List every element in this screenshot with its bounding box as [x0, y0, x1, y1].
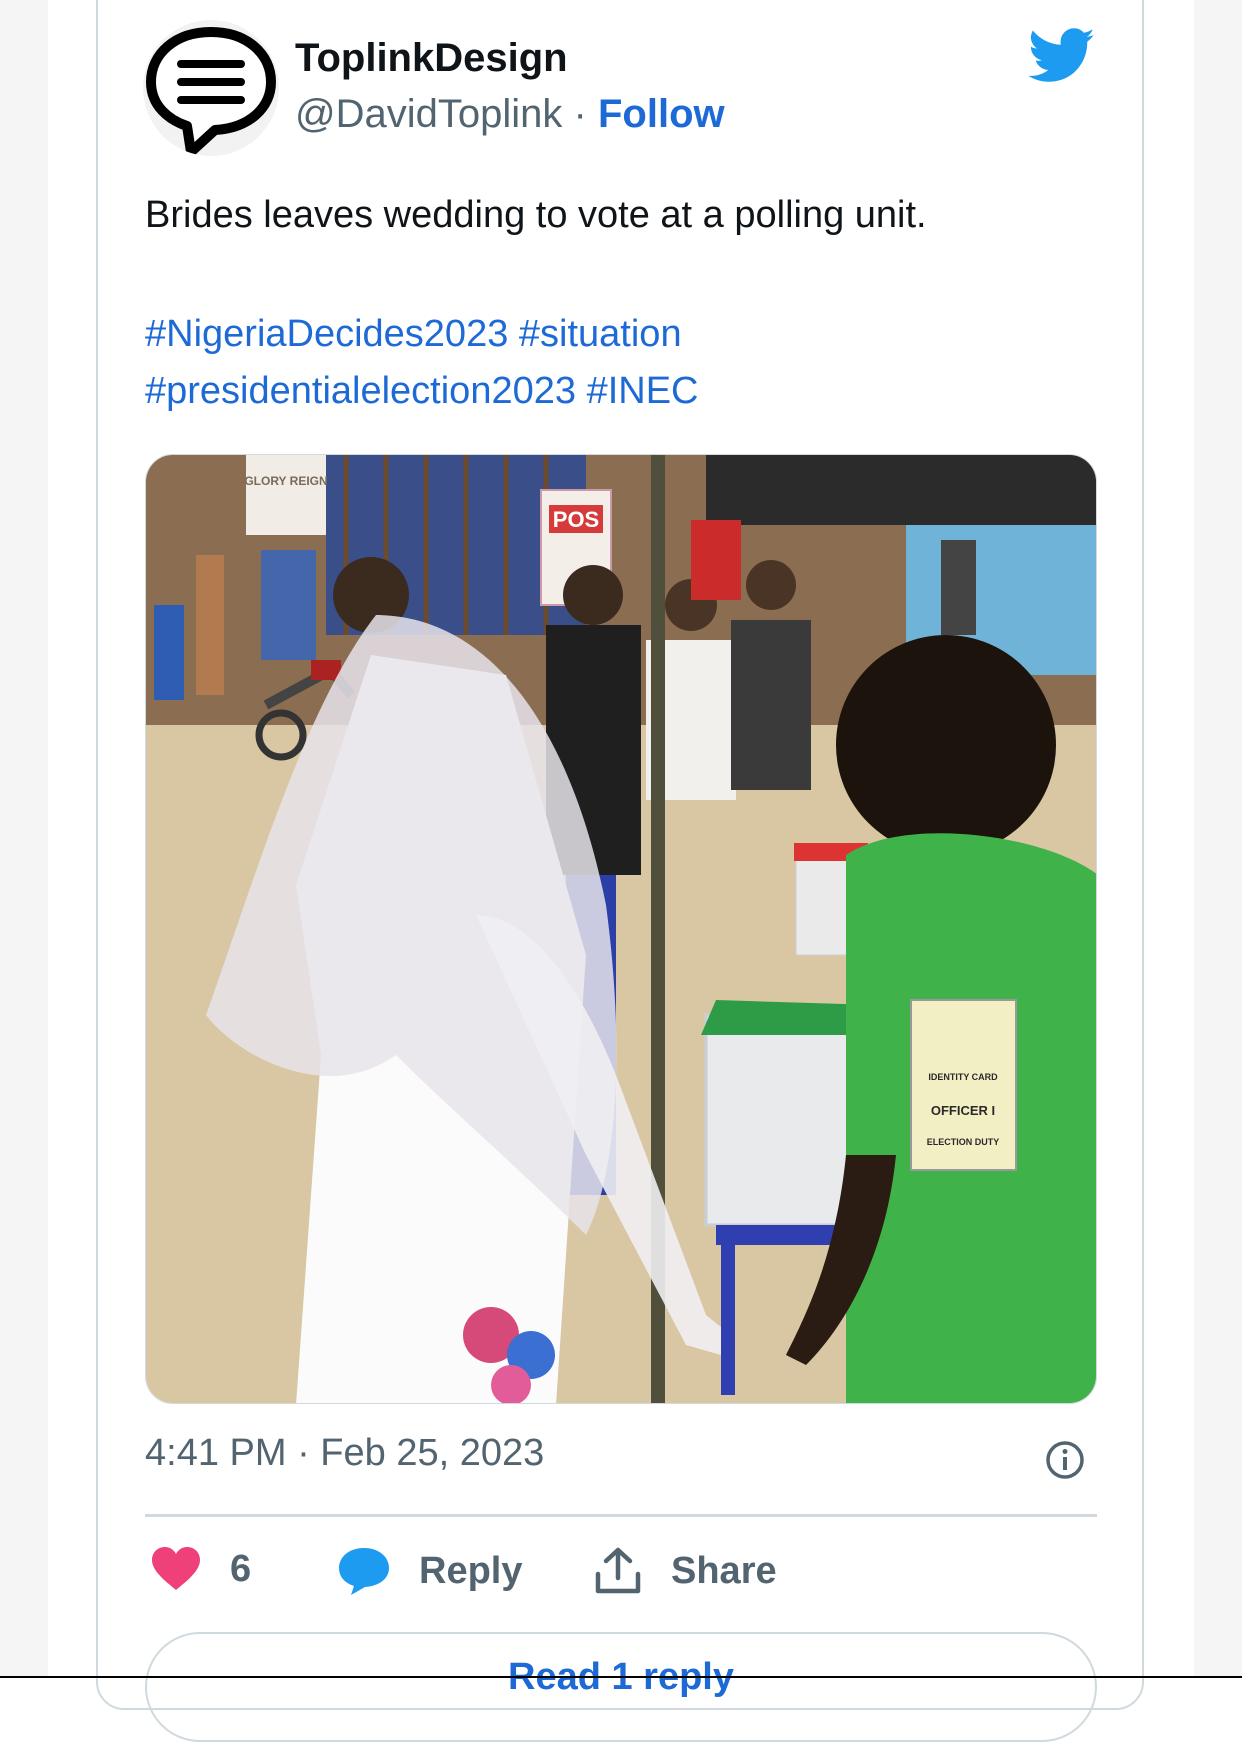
info-icon[interactable] — [1045, 1440, 1085, 1480]
glory-reign-sign-text: GLORY REIGN — [244, 474, 327, 488]
hashtag-inec[interactable]: #INEC — [587, 370, 699, 412]
author-handle[interactable]: @DavidToplink — [295, 92, 562, 136]
speech-bubble-icon — [339, 1548, 389, 1595]
hashtag-situation[interactable]: #situation — [519, 313, 682, 355]
badge-duty-text: ELECTION DUTY — [927, 1137, 1000, 1147]
hashtag-presidentialelection2023[interactable]: #presidentialelection2023 — [145, 370, 576, 412]
heart-icon — [152, 1547, 200, 1590]
like-button[interactable]: 6 — [150, 1546, 251, 1592]
author-display-name[interactable]: ToplinkDesign — [295, 36, 568, 81]
chat-bubble-logo-icon — [146, 27, 276, 156]
hashtag-nigeriadecides2023[interactable]: #NigeriaDecides2023 — [145, 313, 508, 355]
glory-reign-sign — [246, 455, 326, 535]
like-count: 6 — [230, 1547, 252, 1590]
tweet-photo[interactable]: GLORY REIGN POS IDENTITY CARD OFFICER I … — [145, 454, 1097, 1404]
reply-label: Reply — [419, 1549, 523, 1592]
share-button[interactable]: Share — [593, 1546, 777, 1596]
read-replies-button[interactable]: Read 1 reply — [145, 1632, 1097, 1742]
page-background-left — [0, 0, 48, 1678]
follow-button[interactable]: Follow — [598, 92, 725, 136]
share-label: Share — [671, 1549, 777, 1592]
action-divider — [145, 1514, 1097, 1517]
pos-sign-text: POS — [553, 507, 599, 532]
canopy — [706, 455, 1096, 525]
badge-role-text: OFFICER I — [931, 1103, 995, 1118]
reply-button[interactable]: Reply — [337, 1546, 522, 1596]
tweet-text: Brides leaves wedding to vote at a polli… — [145, 194, 927, 236]
avatar[interactable] — [143, 20, 279, 156]
officer-id-badge: IDENTITY CARD OFFICER I ELECTION DUTY — [910, 999, 1017, 1171]
share-upload-icon — [595, 1547, 641, 1594]
handle-separator: · — [573, 92, 587, 136]
author-handle-row: @DavidToplink · Follow — [295, 92, 725, 137]
badge-identity-text: IDENTITY CARD — [928, 1072, 998, 1082]
tweet-timestamp[interactable]: 4:41 PM · Feb 25, 2023 — [145, 1432, 544, 1475]
hashtag-list: #NigeriaDecides2023 #situation #presiden… — [145, 306, 1085, 420]
twitter-bird-icon[interactable] — [1028, 28, 1096, 84]
photo-scene: GLORY REIGN POS IDENTITY CARD OFFICER I … — [146, 455, 1096, 1403]
page-background-right — [1194, 0, 1242, 1678]
